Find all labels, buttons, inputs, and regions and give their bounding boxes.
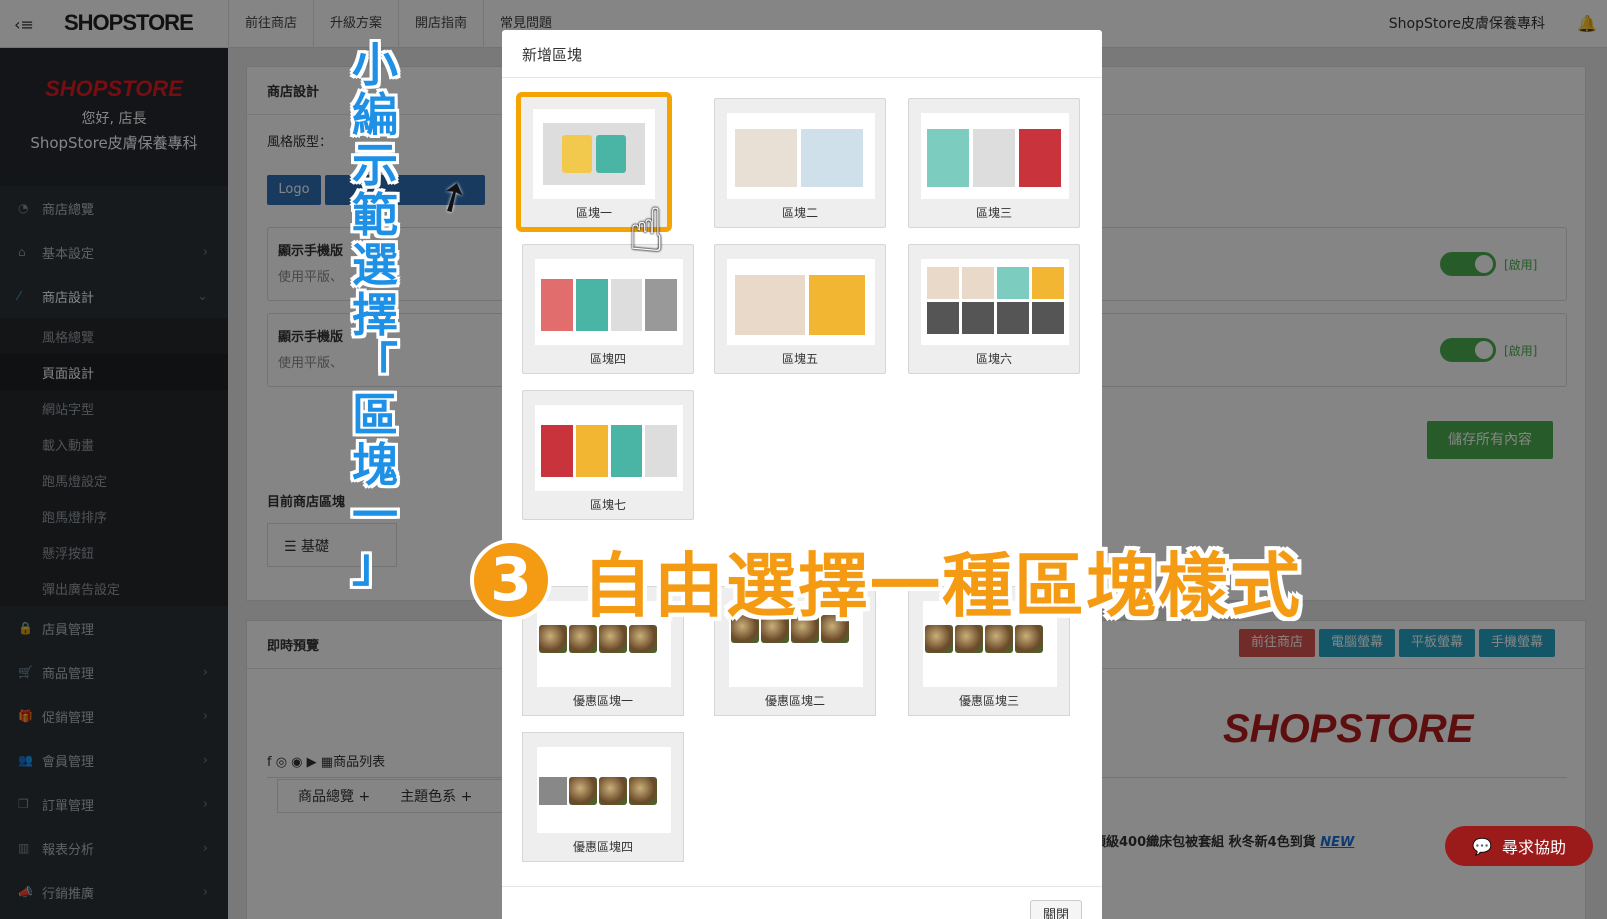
step-text: 自由選擇一種區塊樣式 [582, 544, 1302, 627]
block-3-card[interactable]: 區塊三 [908, 98, 1080, 228]
vertical-annotation: 小 編 示 範 選 擇 「 區 塊 一 」 [352, 38, 398, 592]
promo-block-3-label: 優惠區塊三 [958, 694, 1019, 708]
block-2-thumb [727, 113, 875, 199]
block-4-thumb [535, 259, 683, 345]
step-number: 3 [470, 539, 552, 621]
block-6-card[interactable]: 區塊六 [908, 244, 1080, 374]
promo-block-4-label: 優惠區塊四 [572, 840, 633, 854]
block-3-thumb [921, 113, 1069, 199]
block-7-thumb [535, 405, 683, 491]
close-button[interactable]: 關閉 [1030, 900, 1082, 919]
modal-title: 新增區塊 [502, 30, 1102, 78]
promo-block-4-thumb [537, 747, 671, 833]
block-4-card[interactable]: 區塊四 [522, 244, 694, 374]
block-5-thumb [727, 259, 875, 345]
block-2-card[interactable]: 區塊二 [714, 98, 886, 228]
block-7-label: 區塊七 [589, 498, 626, 512]
block-5-card[interactable]: 區塊五 [714, 244, 886, 374]
block-4-label: 區塊四 [589, 352, 626, 366]
promo-block-1-label: 優惠區塊一 [572, 694, 633, 708]
chat-icon: 💬 [1472, 836, 1492, 856]
block-6-label: 區塊六 [975, 352, 1012, 366]
block-6-thumb [921, 259, 1069, 345]
promo-block-2-label: 優惠區塊二 [764, 694, 825, 708]
hand-cursor-icon: ☝ [628, 196, 665, 266]
block-3-label: 區塊三 [975, 206, 1012, 220]
block-2-label: 區塊二 [781, 206, 818, 220]
step-annotation: 3 自由選擇一種區塊樣式 [470, 539, 1302, 627]
help-button[interactable]: 💬 尋求協助 [1445, 826, 1593, 866]
promo-block-4-card[interactable]: 優惠區塊四 [522, 732, 684, 862]
block-5-label: 區塊五 [781, 352, 818, 366]
block-1-thumb [533, 109, 655, 199]
block-7-card[interactable]: 區塊七 [522, 390, 694, 520]
add-block-modal: 新增區塊 區塊一 區塊二 區塊三 區塊四 區塊五 區塊六 區塊七 優惠區塊一 優… [502, 30, 1102, 919]
